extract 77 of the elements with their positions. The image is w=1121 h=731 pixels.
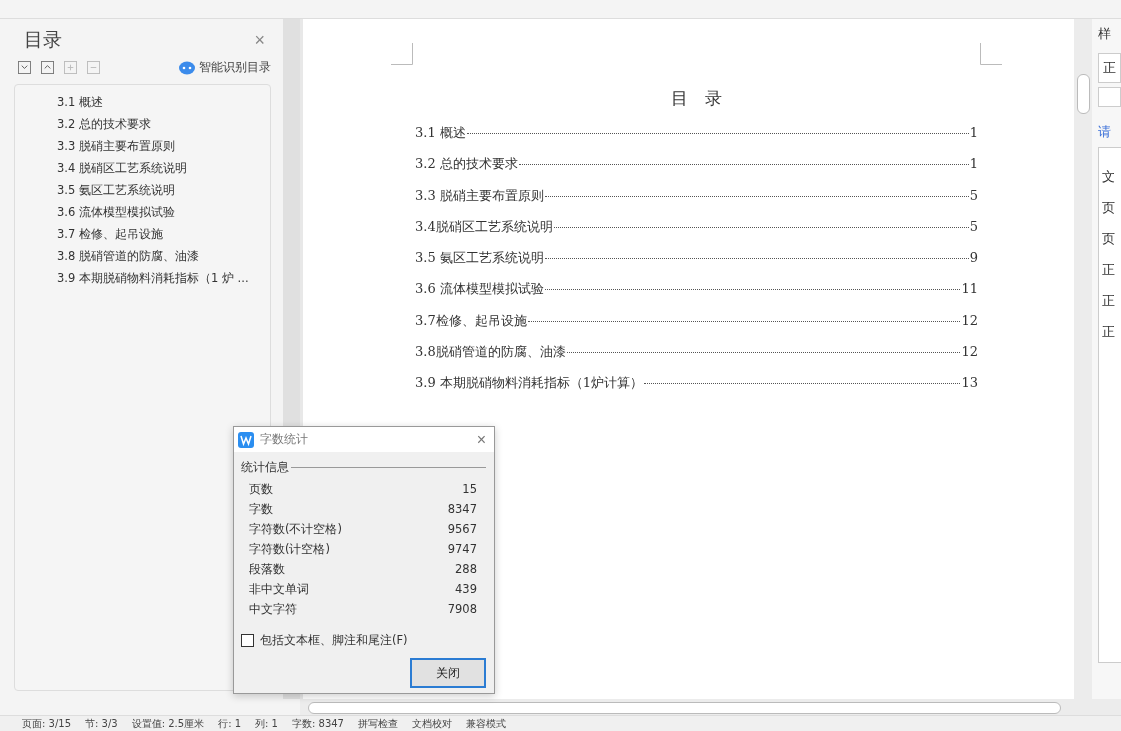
margin-mark-icon — [980, 43, 1002, 65]
checkbox[interactable] — [241, 634, 254, 647]
page-number: 9 — [969, 250, 978, 266]
stat-value: 288 — [455, 561, 477, 578]
toc-item[interactable]: 3.1 概述 — [57, 91, 270, 113]
margin-mark-icon — [391, 43, 413, 65]
status-item[interactable]: 列: 1 — [255, 716, 278, 731]
expand-icon[interactable] — [41, 61, 54, 74]
toc-entry: 3.3 脱硝主要布置原则 — [415, 186, 544, 205]
dialog-title: 字数统计 — [260, 431, 308, 448]
toc-entry: 3.6 流体模型模拟试验 — [415, 280, 544, 299]
page-number: 5 — [969, 218, 978, 234]
toc-entry: 3.8脱硝管道的防腐、油漆 — [415, 343, 566, 362]
toc-entry: 3.2 总的技术要求 — [415, 155, 518, 174]
collapse-icon[interactable] — [18, 61, 31, 74]
minus-icon[interactable] — [87, 61, 100, 74]
toc-item[interactable]: 3.6 流体模型模拟试验 — [57, 201, 270, 223]
stat-value: 9567 — [447, 521, 477, 538]
app-logo-icon — [238, 431, 254, 448]
toc-item[interactable]: 3.8 脱硝管道的防腐、油漆 — [57, 245, 270, 267]
status-item[interactable]: 字数: 8347 — [291, 716, 344, 731]
stat-label: 字数 — [249, 501, 273, 518]
toc-entry: 3.5 氨区工艺系统说明 — [415, 249, 544, 268]
toc-item[interactable]: 3.2 总的技术要求 — [57, 113, 270, 135]
status-item[interactable]: 文档校对 — [411, 716, 452, 731]
robot-icon — [179, 60, 195, 75]
status-item[interactable]: 节: 3/3 — [85, 716, 118, 731]
status-item[interactable]: 拼写检查 — [357, 716, 398, 731]
input-field[interactable] — [1098, 87, 1121, 107]
toc-entry: 3.9 本期脱硝物料消耗指标（1炉计算） — [415, 374, 644, 393]
toc-item[interactable]: 3.5 氨区工艺系统说明 — [57, 179, 270, 201]
style-item[interactable]: 正 — [1102, 292, 1121, 323]
toc-entry: 3.7检修、起吊设施 — [415, 311, 527, 330]
stat-value: 8347 — [447, 501, 477, 518]
smart-toc-button[interactable]: 智能识别目录 — [199, 59, 271, 76]
style-item[interactable]: 正 — [1102, 261, 1121, 292]
toc-item[interactable]: 3.4 脱硝区工艺系统说明 — [57, 157, 270, 179]
close-dialog-button[interactable]: 关闭 — [410, 658, 486, 688]
status-item[interactable]: 页面: 3/15 — [22, 716, 71, 731]
stat-label: 非中文单词 — [249, 581, 309, 598]
stat-label: 页数 — [249, 481, 273, 498]
stat-value: 7908 — [447, 601, 477, 618]
toc-item[interactable]: 3.3 脱硝主要布置原则 — [57, 135, 270, 157]
status-item[interactable]: 设置值: 2.5厘米 — [131, 716, 205, 731]
stat-label: 字符数(不计空格) — [249, 521, 342, 538]
toc-entry: 3.1 概述 — [415, 124, 466, 142]
page-number: 11 — [961, 281, 978, 297]
page-number: 5 — [969, 187, 978, 203]
style-item[interactable]: 正 — [1102, 323, 1121, 354]
status-item[interactable]: 行: 1 — [218, 716, 242, 731]
document-heading: 目 录 — [670, 87, 723, 110]
toc-item[interactable]: 3.7 检修、起吊设施 — [57, 223, 270, 245]
toc-item[interactable]: 3.9 本期脱硝物料消耗指标（1 炉 ... — [57, 267, 270, 289]
link[interactable]: 请 — [1098, 123, 1121, 141]
stat-value: 9747 — [447, 541, 477, 558]
panel-label: 样 — [1098, 25, 1112, 43]
toc-entry: 3.4脱硝区工艺系统说明 — [415, 217, 553, 236]
checkbox-label[interactable]: 包括文本框、脚注和尾注(F) — [260, 633, 408, 648]
close-button[interactable]: × — [476, 430, 486, 449]
page-number: 12 — [961, 312, 978, 328]
style-item[interactable]: 文 — [1102, 168, 1121, 199]
style-item[interactable]: 页 — [1102, 230, 1121, 261]
style-item[interactable]: 页 — [1102, 199, 1121, 230]
group-label: 统计信息 — [241, 460, 289, 475]
stat-value: 15 — [462, 481, 477, 498]
page-number: 13 — [961, 375, 978, 391]
status-item[interactable]: 兼容模式 — [465, 716, 506, 731]
stat-value: 439 — [455, 581, 477, 598]
stat-label: 中文字符 — [249, 601, 297, 618]
page-number: 12 — [961, 344, 978, 360]
plus-icon[interactable] — [64, 61, 77, 74]
stat-label: 字符数(计空格) — [249, 541, 330, 558]
page-number: 1 — [969, 156, 978, 172]
stat-label: 段落数 — [249, 561, 285, 578]
page-number: 1 — [969, 125, 978, 140]
panel-title: 目录 — [24, 27, 62, 52]
style-field[interactable]: 正 — [1098, 53, 1121, 83]
